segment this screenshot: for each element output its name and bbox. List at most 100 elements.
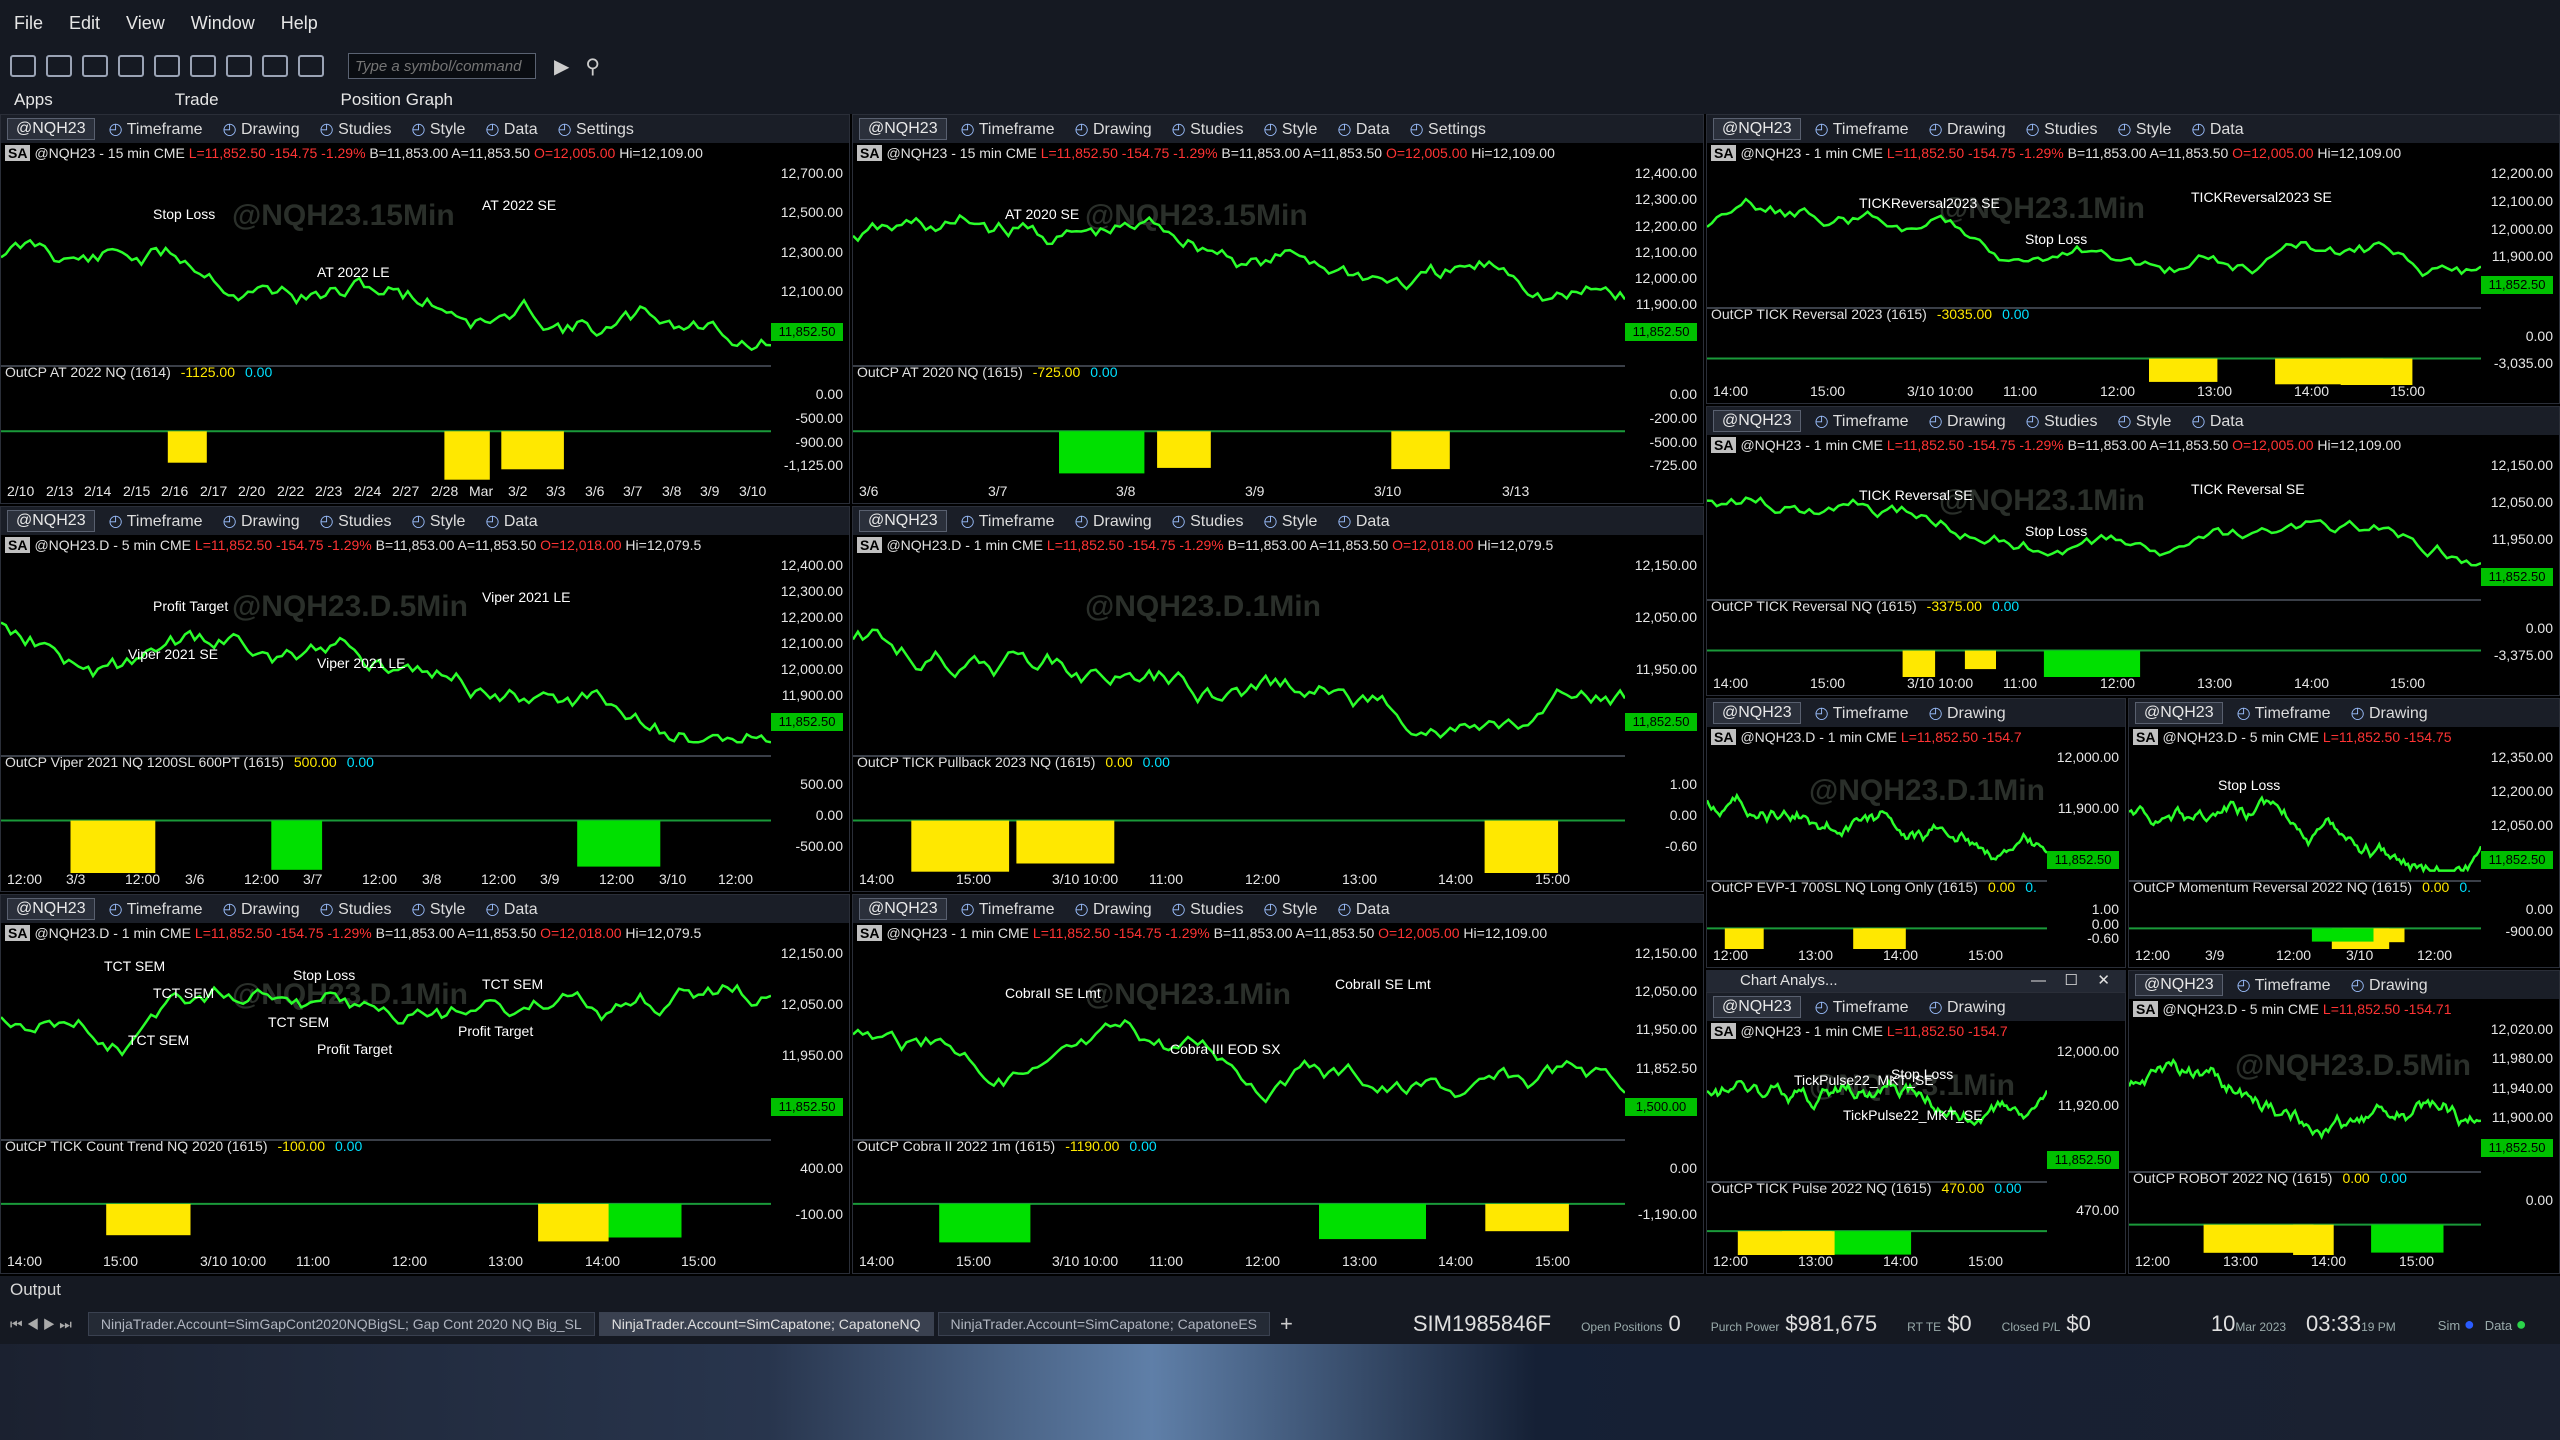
price-chart[interactable] [1707, 165, 2481, 385]
price-axis[interactable]: 12,150.00 12,050.00 11,950.00 11,852.50 1,50… [1623, 945, 1703, 1136]
style-button[interactable]: Style [2117, 119, 2172, 139]
price-axis[interactable]: 12,200.00 12,100.00 12,000.00 11,900.00 11,8… [2479, 165, 2559, 304]
search-icon[interactable]: ⚲ [585, 54, 600, 79]
time-axis[interactable]: 12:00 3/9 12:00 3/10 12:00 [2129, 947, 2479, 965]
studies-button[interactable]: Studies [2026, 119, 2097, 139]
studies-button[interactable]: Studies [2026, 411, 2097, 431]
price-axis[interactable]: 12,700.00 12,500.00 12,300.00 12,100.00 11,8… [769, 165, 849, 362]
data-button[interactable]: Data [1337, 119, 1390, 139]
studies-button[interactable]: Studies [1172, 899, 1243, 919]
chart-panel-11[interactable]: @NQH23 Timeframe Drawing SA@NQH23 - 1 min C… [1706, 992, 2126, 1274]
drawing-button[interactable]: Drawing [1929, 703, 2006, 723]
account-tab-capatone-nq[interactable]: NinjaTrader.Account=SimCapatone; Capaton… [598, 1312, 934, 1336]
data-button[interactable]: Data [1337, 511, 1390, 531]
chart-panel-1[interactable]: @NQH23 Timeframe Drawing Studies Style Data Se… [0, 114, 850, 504]
timeframe-button[interactable]: Timeframe [961, 511, 1055, 531]
drawing-button[interactable]: Drawing [1929, 997, 2006, 1017]
play-icon[interactable]: ▶ [554, 54, 569, 79]
chart-panel-12[interactable]: @NQH23 Timeframe Drawing SA@NQH23.D - 5 min… [2128, 970, 2560, 1274]
style-button[interactable]: Style [2117, 411, 2172, 431]
maximize-icon[interactable]: ☐ [2065, 970, 2078, 992]
price-chart[interactable] [1707, 457, 2481, 677]
studies-button[interactable]: Studies [320, 899, 391, 919]
drawing-button[interactable]: Drawing [1075, 899, 1152, 919]
data-button[interactable]: Data [485, 119, 538, 139]
price-axis[interactable]: 12,400.00 12,300.00 12,200.00 12,100.00 12,0… [769, 557, 849, 752]
link-icon[interactable] [298, 55, 324, 77]
price-chart[interactable] [853, 945, 1625, 1255]
nav-arrows-icon[interactable]: ⏮ ◀ ▶ ⏭ [10, 1316, 72, 1333]
menu-file[interactable]: File [14, 13, 43, 34]
chart-panel-9[interactable]: @NQH23 Timeframe Drawing Studies Style Data SA… [0, 894, 850, 1274]
time-axis[interactable]: 12:00 3/3 12:00 3/6 12:00 3/7 12:00 3/8 12:00 3/9… [1, 871, 769, 889]
price-axis[interactable]: 12,020.00 11,980.00 11,940.00 11,900.00 11,8… [2479, 1021, 2559, 1168]
price-chart[interactable] [1, 945, 771, 1255]
close-icon[interactable]: ✕ [2097, 970, 2110, 992]
drawing-button[interactable]: Drawing [223, 899, 300, 919]
drawing-button[interactable]: Drawing [223, 119, 300, 139]
price-chart[interactable] [1, 557, 771, 873]
chart-panel-5[interactable]: @NQH23 Timeframe Drawing Studies Style Data SA… [852, 506, 1704, 892]
price-axis[interactable]: 12,000.00 11,920.00 11,852.50 [2045, 1043, 2125, 1178]
timeframe-button[interactable]: Timeframe [1815, 119, 1909, 139]
timeframe-button[interactable]: Timeframe [961, 119, 1055, 139]
chart-analysis-window-titlebar[interactable]: Chart Analys... — ☐ ✕ [1706, 970, 2126, 992]
timeframe-button[interactable]: Timeframe [2237, 703, 2331, 723]
price-chart[interactable] [1, 165, 771, 485]
time-axis[interactable]: 14:00 15:00 3/10 10:00 11:00 12:00 13:00 14:00… [853, 871, 1623, 889]
instrument-selector[interactable]: @NQH23 [7, 510, 95, 532]
time-axis[interactable]: 14:00 15:00 3/10 10:00 11:00 12:00 13:00 14:00… [853, 1253, 1623, 1271]
price-chart[interactable] [853, 165, 1625, 485]
instrument-selector[interactable]: @NQH23 [7, 898, 95, 920]
timeframe-button[interactable]: Timeframe [961, 899, 1055, 919]
menu-window[interactable]: Window [191, 13, 255, 34]
instrument-selector[interactable]: @NQH23 [859, 510, 947, 532]
price-chart[interactable] [2129, 1021, 2481, 1255]
price-axis[interactable]: 12,150.00 12,050.00 11,950.00 11,852.50 [1623, 557, 1703, 752]
chart-panel-2[interactable]: @NQH23 Timeframe Drawing Studies Style Data Se… [852, 114, 1704, 504]
studies-button[interactable]: Studies [320, 511, 391, 531]
drawing-button[interactable]: Drawing [1075, 511, 1152, 531]
data-button[interactable]: Data [485, 511, 538, 531]
timeframe-button[interactable]: Timeframe [109, 511, 203, 531]
style-button[interactable]: Style [1263, 899, 1318, 919]
lock-icon[interactable] [226, 55, 252, 77]
price-chart[interactable] [853, 557, 1625, 873]
instrument-selector[interactable]: @NQH23 [7, 118, 95, 140]
price-axis[interactable]: 12,350.00 12,200.00 12,050.00 11,852.50 [2479, 749, 2559, 877]
new-window-icon[interactable] [46, 55, 72, 77]
instrument-selector[interactable]: @NQH23 [1713, 410, 1801, 432]
instrument-selector[interactable]: @NQH23 [2135, 702, 2223, 724]
chart-panel-4[interactable]: @NQH23 Timeframe Drawing Studies Style Data SA… [0, 506, 850, 892]
price-chart[interactable] [2129, 749, 2481, 949]
timeframe-button[interactable]: Timeframe [1815, 411, 1909, 431]
style-button[interactable]: Style [411, 119, 466, 139]
layout-icon[interactable] [262, 55, 288, 77]
price-axis[interactable]: 12,400.00 12,300.00 12,200.00 12,100.00 12,0… [1623, 165, 1703, 362]
time-axis[interactable]: 3/6 3/7 3/8 3/9 3/10 3/13 [853, 483, 1623, 501]
timeframe-button[interactable]: Timeframe [2237, 975, 2331, 995]
menu-edit[interactable]: Edit [69, 13, 100, 34]
instrument-selector[interactable]: @NQH23 [1713, 702, 1801, 724]
print-icon[interactable] [190, 55, 216, 77]
account-tab-capatone-es[interactable]: NinjaTrader.Account=SimCapatone; Capaton… [937, 1312, 1270, 1336]
time-axis[interactable]: 2/10 2/13 2/14 2/15 2/16 2/17 2/20 2/22 2/23 2/24… [1, 483, 769, 501]
settings-button[interactable]: Settings [1410, 119, 1486, 139]
settings-button[interactable]: Settings [558, 119, 634, 139]
instrument-selector[interactable]: @NQH23 [859, 898, 947, 920]
drawing-button[interactable]: Drawing [2351, 975, 2428, 995]
timeframe-button[interactable]: Timeframe [109, 899, 203, 919]
symbol-command-input[interactable] [348, 53, 536, 79]
chart-panel-10[interactable]: @NQH23 Timeframe Drawing Studies Style Data SA… [852, 894, 1704, 1274]
drawing-button[interactable]: Drawing [2351, 703, 2428, 723]
style-button[interactable]: Style [411, 899, 466, 919]
add-tab-icon[interactable]: + [1280, 1311, 1293, 1337]
time-axis[interactable]: 14:00 15:00 3/10 10:00 11:00 12:00 13:00 14:00… [1, 1253, 769, 1271]
chart-panel-7[interactable]: @NQH23 Timeframe Drawing SA@NQH23.D - 1 min… [1706, 698, 2126, 968]
instrument-selector[interactable]: @NQH23 [1713, 996, 1801, 1018]
chart-panel-3[interactable]: @NQH23 Timeframe Drawing Studies Style Data SA… [1706, 114, 2560, 404]
drawing-button[interactable]: Drawing [1929, 411, 2006, 431]
studies-button[interactable]: Studies [1172, 119, 1243, 139]
menu-help[interactable]: Help [281, 13, 318, 34]
data-button[interactable]: Data [2191, 119, 2244, 139]
